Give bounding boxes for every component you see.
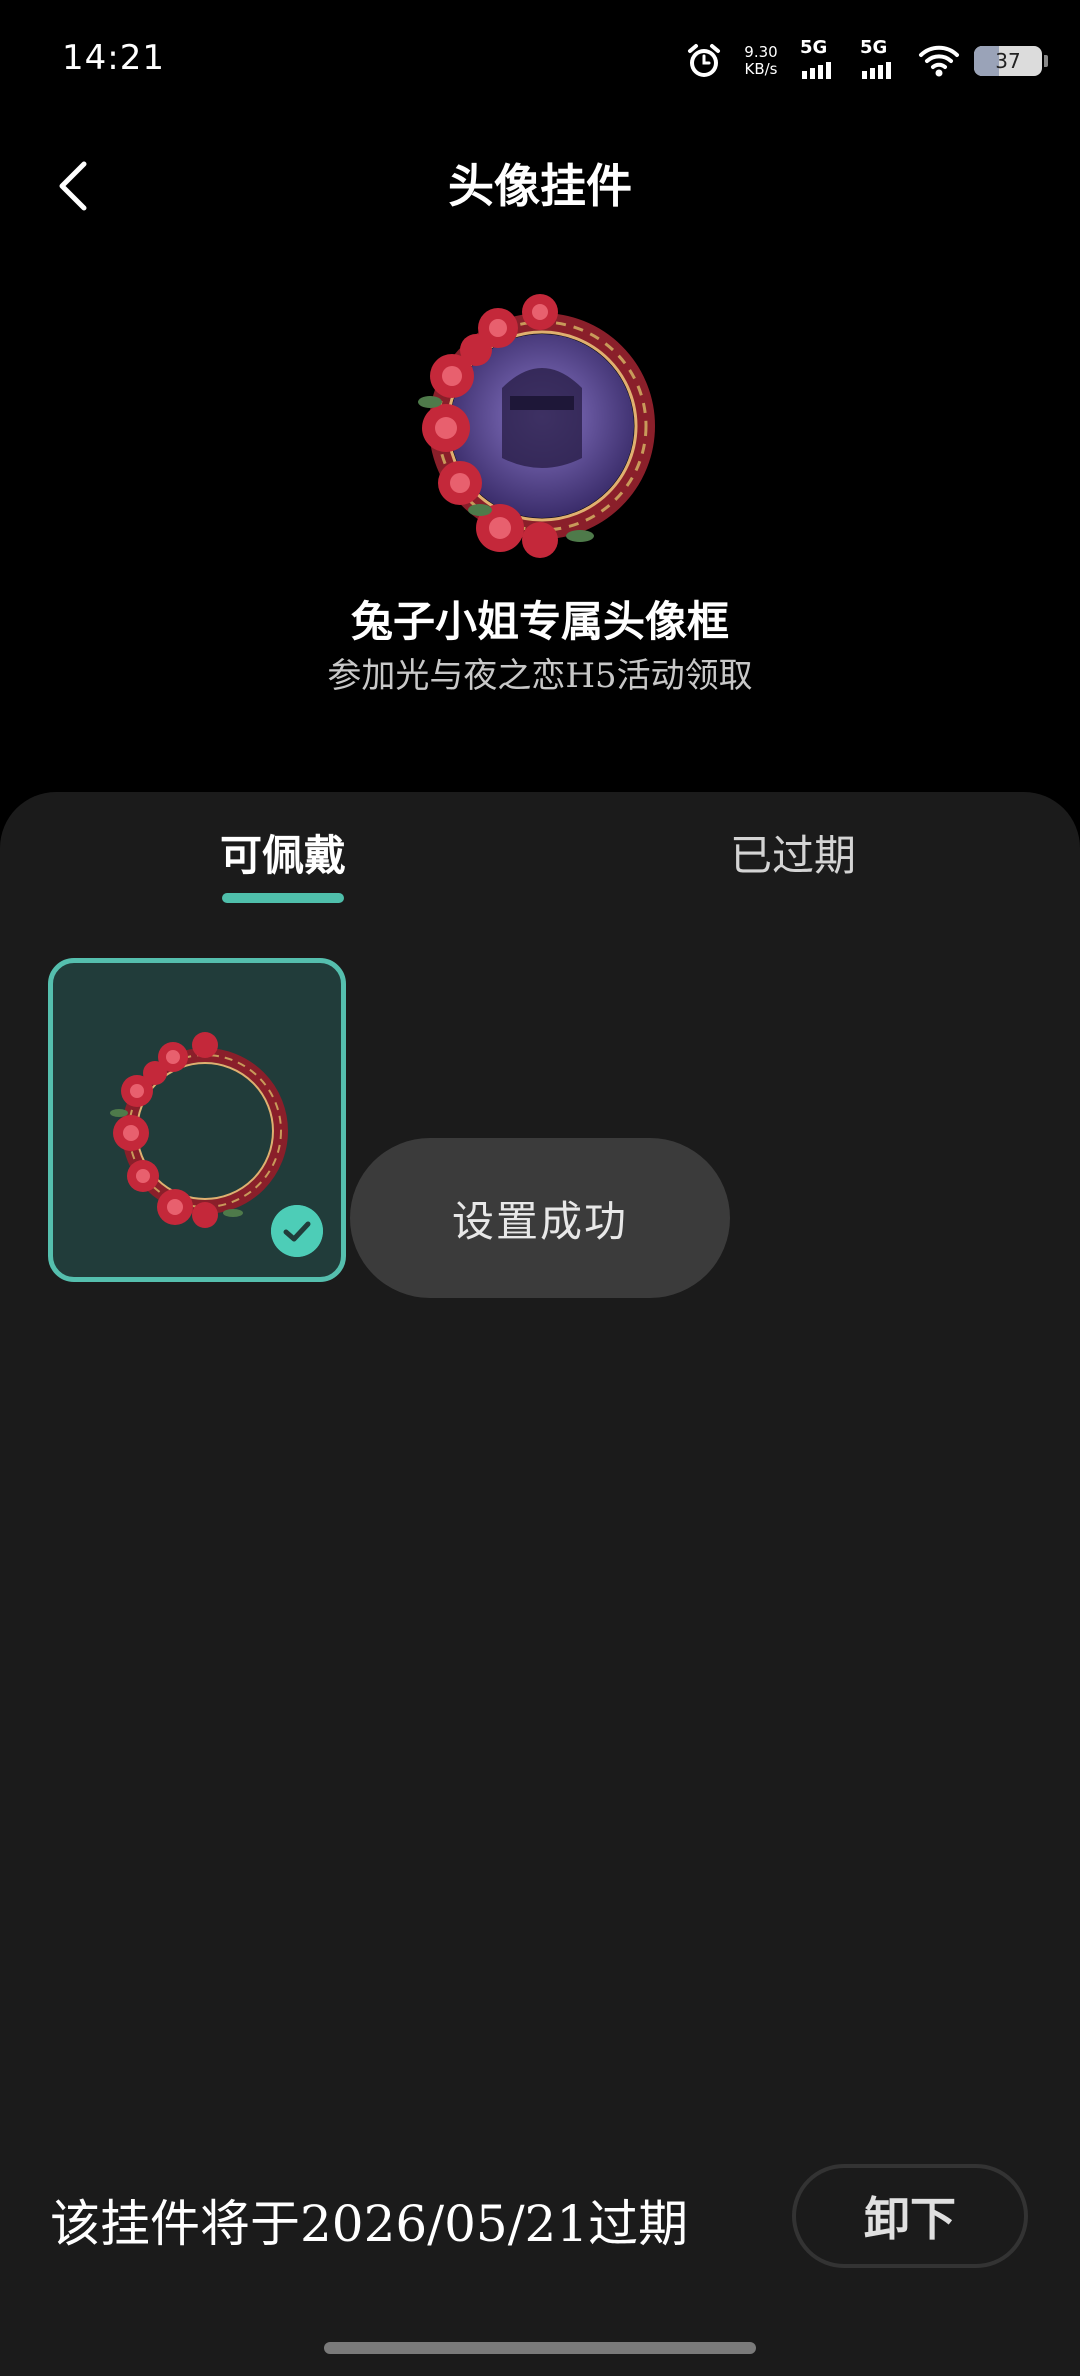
pendant-sheet: 可佩戴 已过期 设置成功 该挂件将于2026/05/21过期 卸下	[0, 792, 1080, 2376]
status-icons: 9.30 KB/s 5G 5G 37	[684, 36, 1048, 86]
status-bar: 14:21 9.30 KB/s 5G 5G 37	[0, 0, 1080, 120]
avatar-frame-preview	[418, 294, 655, 558]
home-indicator[interactable]	[324, 2342, 756, 2354]
unload-button[interactable]: 卸下	[792, 2164, 1028, 2268]
tab-wearable-label: 可佩戴	[220, 831, 347, 880]
network-speed-value: 9.30	[744, 43, 778, 61]
avatar-frame-thumbnail	[110, 1032, 288, 1228]
tab-active-indicator	[222, 893, 345, 903]
sim2-network-type: 5G	[860, 37, 888, 58]
tab-expired[interactable]: 已过期	[730, 822, 856, 883]
expiry-notice: 该挂件将于2026/05/21过期	[50, 2195, 689, 2253]
success-toast: 设置成功	[350, 1138, 730, 1298]
wifi-icon	[919, 45, 959, 77]
clock: 14:21	[62, 38, 165, 78]
network-speed-unit: KB/s	[744, 60, 778, 78]
tab-wearable[interactable]: 可佩戴	[220, 822, 347, 903]
battery-level: 37	[995, 49, 1021, 73]
frame-name: 兔子小姐专属头像框	[350, 597, 729, 646]
sim1-network-type: 5G	[800, 37, 828, 58]
battery-icon: 37	[974, 46, 1048, 76]
signal-sim1-icon: 5G	[798, 37, 844, 83]
pendant-item-card[interactable]	[48, 958, 346, 1282]
frame-description: 参加光与夜之恋H5活动领取	[327, 656, 753, 696]
selected-check-icon	[271, 1205, 323, 1257]
tab-expired-label: 已过期	[730, 831, 857, 880]
alarm-icon	[688, 44, 720, 77]
network-speed: 9.30 KB/s	[738, 44, 784, 78]
page-title: 头像挂件	[448, 159, 632, 213]
signal-sim2-icon: 5G	[858, 37, 904, 83]
